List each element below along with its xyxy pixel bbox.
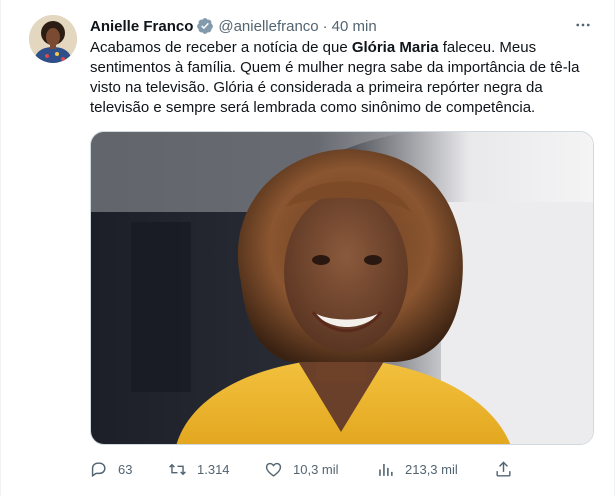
tweet-text-part1: Acabamos de receber a notícia de que [90, 39, 352, 56]
reply-icon [91, 461, 106, 477]
verified-badge-icon [196, 17, 214, 35]
tweet-text-mention-bold: Glória Maria [351, 39, 439, 56]
tweet[interactable]: Anielle Franco @aniellefranco · 40 min A… [0, 0, 615, 496]
author-name[interactable]: Anielle Franco [90, 18, 193, 35]
retweet-icon [169, 463, 186, 475]
like-count: 10,3 mil [293, 461, 339, 477]
like-button[interactable]: 10,3 mil [264, 458, 339, 480]
reply-count: 63 [118, 461, 133, 477]
tweet-actions: 63 1.314 10,3 mil 213,3 mil [89, 458, 511, 480]
reply-button[interactable]: 63 [89, 458, 132, 480]
author-handle[interactable]: @aniellefranco [218, 18, 318, 35]
retweet-count: 1.314 [197, 461, 230, 477]
views-button[interactable]: 213,3 mil [376, 458, 458, 480]
views-icon [379, 463, 393, 476]
retweet-button[interactable]: 1.314 [168, 458, 230, 480]
more-options-icon[interactable] [572, 14, 594, 36]
share-icon [496, 460, 511, 477]
tweet-timestamp[interactable]: 40 min [332, 18, 377, 35]
tweet-text: Acabamos de receber a notícia de que Gló… [90, 38, 596, 118]
views-count: 213,3 mil [405, 461, 458, 477]
avatar[interactable] [29, 15, 77, 63]
separator-dot: · [322, 17, 328, 35]
tweet-header: Anielle Franco @aniellefranco · 40 min [90, 16, 574, 36]
like-icon [265, 462, 282, 477]
tweet-photo[interactable] [90, 131, 594, 445]
share-button[interactable] [494, 458, 513, 480]
